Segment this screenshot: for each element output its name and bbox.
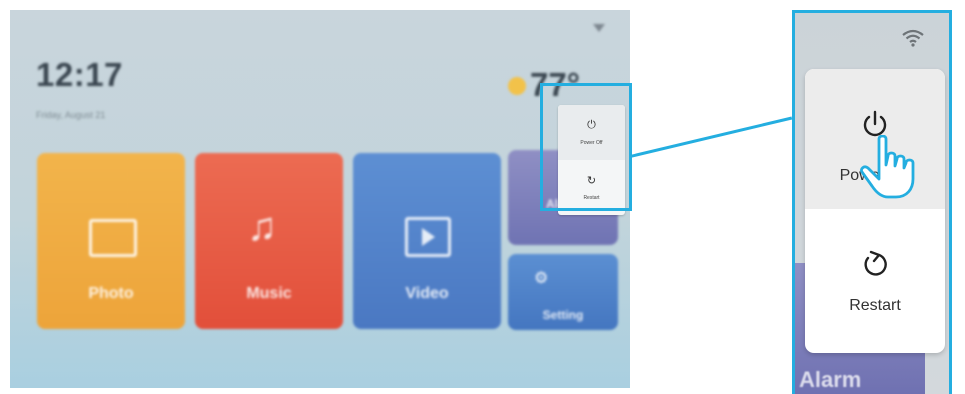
restart-option-zoomed[interactable]: Restart [805,209,945,353]
power-menu-zoomed: Power Off Restart [805,69,945,353]
music-tile[interactable]: ♫ Music [195,153,343,329]
music-tile-label: Music [246,285,292,302]
photo-tile-label: Photo [88,285,134,302]
setting-tile-label: Setting [542,308,584,322]
wifi-icon [902,29,924,47]
restart-icon [864,250,887,276]
video-icon [405,217,451,257]
video-tile-label: Video [405,285,449,302]
photo-icon [89,219,137,257]
highlight-box-small [540,83,632,211]
power-off-option-zoomed[interactable]: Power Off [805,69,945,209]
date-label: Friday, August 21 [36,110,106,120]
zoomed-callout: Alarm Power Off Restart [792,10,952,394]
gear-icon: ⚙ [534,270,549,287]
device-screen: 12:17 Friday, August 21 77° Photo ♫ Musi… [10,10,630,388]
restart-label-zoomed: Restart [849,297,901,314]
pointing-hand-icon [860,135,915,199]
music-icon: ♫ [247,205,277,249]
wifi-icon [593,24,605,32]
callout-connector-line [630,116,793,158]
photo-tile[interactable]: Photo [37,153,185,329]
setting-tile[interactable]: ⚙ Setting [508,254,618,330]
home-screen-background: 12:17 Friday, August 21 77° Photo ♫ Musi… [10,10,630,388]
clock: 12:17 [36,56,123,93]
video-tile[interactable]: Video [353,153,501,329]
sun-icon [508,77,526,95]
zoom-alarm-label: Alarm [799,367,862,392]
